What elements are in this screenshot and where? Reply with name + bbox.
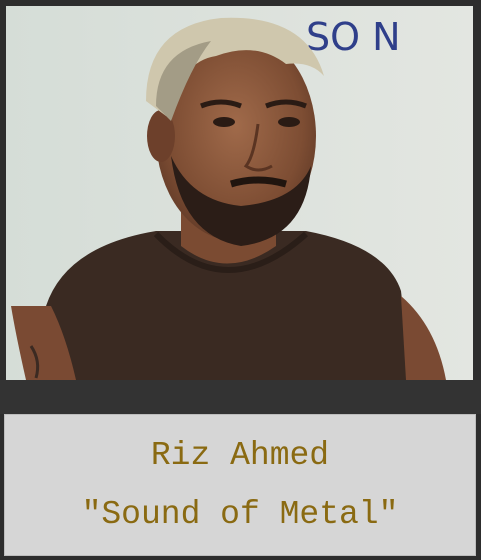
board-lettering: SO N: [306, 15, 401, 59]
board-text: SO N: [306, 15, 401, 59]
actor-photo: SO N: [6, 6, 473, 380]
photo-divider-band: [0, 380, 481, 414]
award-card: SO N Riz Ahmed "Sound of Metal": [0, 0, 481, 560]
caption-panel: Riz Ahmed "Sound of Metal": [4, 414, 476, 556]
actor-name: Riz Ahmed: [150, 437, 330, 474]
film-title: "Sound of Metal": [81, 496, 399, 533]
portrait-photo-icon: SO N: [6, 6, 473, 380]
